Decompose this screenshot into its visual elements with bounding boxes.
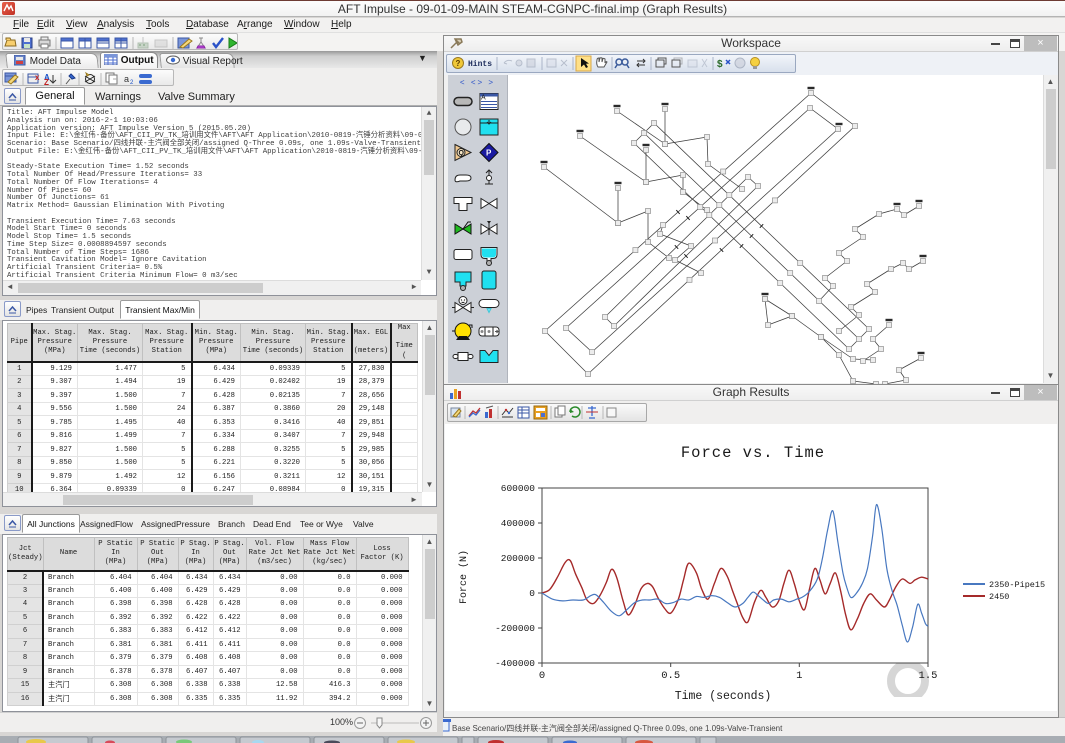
svg-text:P: P: [486, 149, 492, 158]
svg-text:200000: 200000: [501, 553, 536, 564]
svg-text:$: $: [717, 59, 723, 70]
svg-text:A: A: [481, 95, 486, 102]
svg-text:2: 2: [130, 80, 134, 86]
svg-text:x: x: [35, 73, 40, 82]
svg-text:-200000: -200000: [495, 623, 535, 634]
svg-text:1: 1: [796, 670, 802, 682]
svg-text:Hints: Hints: [468, 60, 492, 69]
svg-text:a: a: [124, 74, 129, 84]
svg-text:?: ?: [456, 59, 461, 68]
svg-text:600000: 600000: [501, 483, 536, 494]
svg-text:2350-Pipe15: 2350-Pipe15: [989, 580, 1045, 590]
svg-text:1.5: 1.5: [919, 670, 938, 682]
svg-text:Z: Z: [44, 78, 49, 86]
svg-text:0: 0: [539, 670, 545, 682]
svg-text:-400000: -400000: [495, 658, 535, 669]
svg-text:400000: 400000: [501, 518, 536, 529]
svg-text:0.5: 0.5: [661, 670, 680, 682]
svg-text:2450: 2450: [989, 592, 1009, 602]
svg-text:0: 0: [529, 588, 535, 599]
svg-text:Q: Q: [459, 150, 465, 157]
